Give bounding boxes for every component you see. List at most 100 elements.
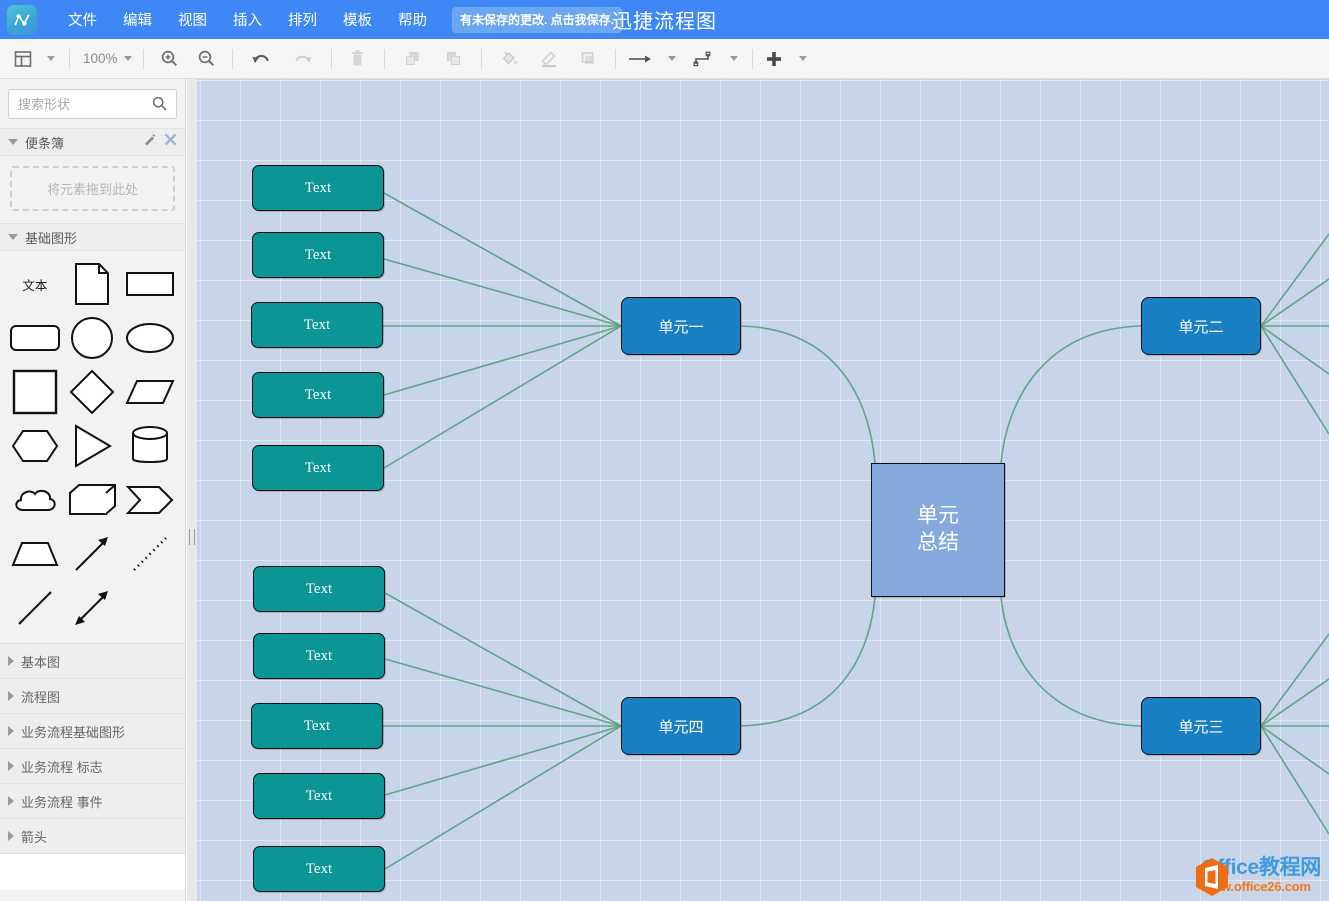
toolbar-separator <box>231 48 233 69</box>
zoom-dropdown-caret[interactable] <box>123 56 132 61</box>
line-color-icon <box>535 44 563 74</box>
shape-rectangle[interactable] <box>121 259 179 309</box>
shape-ellipse[interactable] <box>121 313 179 363</box>
node-leaf-8[interactable]: Text <box>251 703 383 749</box>
shape-circle[interactable] <box>64 313 122 363</box>
zoom-level-label[interactable]: 100% <box>77 44 136 74</box>
node-leaf-9[interactable]: Text <box>253 773 385 819</box>
zoom-in-icon[interactable] <box>156 44 183 74</box>
chevron-right-icon[interactable] <box>8 691 14 701</box>
graph-node-logo-icon[interactable] <box>7 4 37 35</box>
node-leaf-7[interactable]: Text <box>253 633 385 679</box>
node-leaf-3[interactable]: Text <box>251 302 383 348</box>
shape-dotted-line[interactable] <box>121 529 179 579</box>
chevron-down-icon[interactable] <box>8 234 18 240</box>
search-box[interactable] <box>8 89 177 119</box>
shape-arrow-line[interactable] <box>64 529 122 579</box>
chevron-right-icon[interactable] <box>8 831 14 841</box>
toolbar-separator <box>330 48 332 69</box>
shape-plain-line[interactable] <box>6 583 64 633</box>
shape-triangle[interactable] <box>64 421 122 471</box>
shape-chevron-arrow[interactable] <box>121 475 179 525</box>
shape-rounded-rectangle[interactable] <box>6 313 64 363</box>
category-label: 流程图 <box>21 689 61 705</box>
shape-parallelogram[interactable] <box>121 367 179 417</box>
menu-item-arrange[interactable]: 排列 <box>275 4 330 35</box>
toolbar: 100% <box>0 39 1329 79</box>
arrow-style-caret[interactable] <box>657 44 683 74</box>
connector-u3-r2 <box>1260 678 1329 727</box>
node-leaf-4[interactable]: Text <box>252 372 384 418</box>
connector-u2-r1 <box>1260 233 1329 327</box>
shape-cloud[interactable] <box>6 475 64 525</box>
node-leaf-10[interactable]: Text <box>253 846 385 892</box>
node-unit-2[interactable]: 单元二 <box>1141 297 1261 355</box>
node-leaf-6[interactable]: Text <box>253 566 385 612</box>
menu-item-file[interactable]: 文件 <box>55 4 110 35</box>
plus-insert-caret[interactable] <box>788 44 814 74</box>
search-input[interactable] <box>9 96 149 112</box>
layout-dropdown-caret[interactable] <box>36 44 62 74</box>
shape-hexagon[interactable] <box>6 421 64 471</box>
unsaved-changes-toast[interactable]: 有未保存的更改. 点击我保存. <box>452 6 623 33</box>
menu-item-template[interactable]: 模板 <box>330 4 385 35</box>
trash-icon <box>345 44 371 74</box>
menu-item-help[interactable]: 帮助 <box>385 4 440 35</box>
menu-bar: 文件 编辑 视图 插入 排列 模板 帮助 有未保存的更改. 点击我保存. <box>55 4 623 35</box>
chevron-right-icon[interactable] <box>8 761 14 771</box>
toolbar-separator <box>480 48 482 69</box>
menu-item-edit[interactable]: 编辑 <box>110 4 165 35</box>
waypoint-style-caret[interactable] <box>719 44 745 74</box>
connector-u2-r2 <box>1260 278 1329 327</box>
node-leaf-5[interactable]: Text <box>252 445 384 491</box>
menu-item-view[interactable]: 视图 <box>165 4 220 35</box>
category-flowchart[interactable]: 流程图 <box>0 679 185 714</box>
shape-text[interactable]: 文本 <box>6 259 64 309</box>
scratchpad-dropzone[interactable]: 将元素拖到此处 <box>10 166 175 211</box>
node-label: Text <box>304 246 332 263</box>
chevron-right-icon[interactable] <box>8 726 14 736</box>
panel-header-scratchpad[interactable]: 便条簿 <box>0 128 185 156</box>
node-unit-1[interactable]: 单元一 <box>621 297 741 355</box>
node-center-summary[interactable]: 单元 总结 <box>871 463 1005 597</box>
connector-u1-center <box>740 325 876 464</box>
shape-trapezoid[interactable] <box>6 529 64 579</box>
panel-header-basic-shapes[interactable]: 基础图形 <box>0 223 185 251</box>
close-icon[interactable] <box>164 133 177 151</box>
connector-l9-u4 <box>384 725 622 796</box>
node-leaf-1[interactable]: Text <box>252 165 384 211</box>
shape-square[interactable] <box>6 367 64 417</box>
shadow-icon <box>575 44 602 74</box>
chevron-right-icon[interactable] <box>8 656 14 666</box>
zoom-out-icon[interactable] <box>193 44 220 74</box>
undo-icon[interactable] <box>247 44 275 74</box>
category-bpmn-events[interactable]: 业务流程 事件 <box>0 784 185 819</box>
shape-cylinder[interactable] <box>121 421 179 471</box>
arrow-style-icon[interactable] <box>623 44 657 74</box>
chevron-down-icon[interactable] <box>8 139 18 145</box>
diagram-canvas[interactable]: Text Text Text Text Text Text Text Text … <box>197 79 1329 901</box>
node-unit-4[interactable]: 单元四 <box>621 697 741 755</box>
category-bpmn-basic[interactable]: 业务流程基础图形 <box>0 714 185 749</box>
node-label-line2: 总结 <box>917 531 959 554</box>
category-arrows[interactable]: 箭头 <box>0 819 185 854</box>
category-basic-diagram[interactable]: 基本图 <box>0 644 185 679</box>
connector-u3-r5 <box>1260 725 1329 835</box>
pencil-icon[interactable] <box>143 133 156 151</box>
plus-insert-icon[interactable] <box>760 44 788 74</box>
splitter-grip-icon[interactable] <box>189 529 195 545</box>
chevron-right-icon[interactable] <box>8 796 14 806</box>
node-leaf-2[interactable]: Text <box>252 232 384 278</box>
waypoint-style-icon[interactable] <box>689 44 719 74</box>
shape-diamond[interactable] <box>64 367 122 417</box>
shape-cube[interactable] <box>64 475 122 525</box>
category-bpmn-markers[interactable]: 业务流程 标志 <box>0 749 185 784</box>
shape-document[interactable] <box>64 259 122 309</box>
search-icon[interactable] <box>152 96 167 116</box>
layout-panel-icon[interactable] <box>10 44 36 74</box>
shape-double-arrow-line[interactable] <box>64 583 122 633</box>
node-unit-3[interactable]: 单元三 <box>1141 697 1261 755</box>
menu-item-insert[interactable]: 插入 <box>220 4 275 35</box>
node-label: Text <box>305 647 333 664</box>
sidebar-splitter[interactable] <box>187 79 197 901</box>
